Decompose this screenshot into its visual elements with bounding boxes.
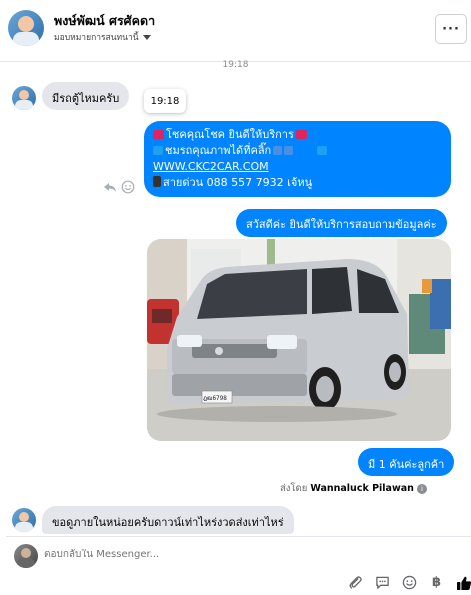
message-actions <box>103 180 135 198</box>
emoji-icon[interactable] <box>401 574 418 591</box>
baht-icon[interactable]: ฿ <box>428 574 445 591</box>
play-emoji-icon <box>153 146 163 155</box>
contact-avatar-small <box>12 508 36 532</box>
composer-toolbar: ฿ <box>347 574 471 591</box>
play-emoji-icon <box>317 146 328 155</box>
assign-label: มอบหมายการสนทนานี้ <box>54 33 139 43</box>
license-plate: ฎฒ6798 <box>203 395 227 402</box>
outgoing-message-promo[interactable]: โชคคุณโชค ยินดีให้บริการ ชมรถคุณภาพได้ที… <box>144 121 451 197</box>
envelope-emoji-icon <box>153 130 164 139</box>
sender-name[interactable]: Wannaluck Pilawan <box>310 483 414 494</box>
contact-avatar-small <box>12 86 36 110</box>
reply-input[interactable] <box>44 549 344 560</box>
incoming-message[interactable]: มีรถตู้ไหมครับ <box>42 82 130 110</box>
envelope-emoji-icon <box>295 130 307 139</box>
contact-avatar[interactable] <box>8 10 44 46</box>
sent-by-label: ส่งโดย Wannaluck Pilawan i <box>280 481 427 496</box>
saved-reply-icon[interactable] <box>374 574 391 591</box>
message-time-tooltip: 19:18 <box>144 89 186 113</box>
van-photo[interactable]: ฎฒ6798 <box>147 239 451 441</box>
timestamp-divider: 19:18 <box>222 60 249 70</box>
info-icon[interactable]: i <box>416 484 427 494</box>
page-avatar <box>14 544 38 568</box>
down-arrow-emoji-icon <box>273 146 283 155</box>
contact-name[interactable]: พงษ์พัฒน์ ศรศัคดา <box>54 11 155 31</box>
outgoing-message[interactable]: สวัสดีค่ะ ยินดีให้บริการสอบถามข้อมูลค่ะ <box>236 209 447 237</box>
mobile-phone-emoji-icon <box>153 176 161 187</box>
down-arrow-emoji-icon <box>284 146 294 155</box>
conversation-header: พงษ์พัฒน์ ศรศัคดา มอบหมายการสนทนานี้ ··· <box>0 0 471 62</box>
reply-composer: ฿ <box>6 536 471 595</box>
thumbs-up-icon[interactable] <box>455 574 471 591</box>
website-link[interactable]: WWW.CKC2CAR.COM <box>153 160 269 173</box>
assign-conversation-dropdown[interactable]: มอบหมายการสนทนานี้ <box>54 30 151 44</box>
smiley-icon[interactable] <box>121 180 135 198</box>
caret-down-icon <box>142 34 151 40</box>
reply-icon[interactable] <box>103 180 117 198</box>
more-options-button[interactable]: ··· <box>435 14 467 44</box>
outgoing-message[interactable]: มี 1 คันค่ะลูกค้า <box>358 448 455 476</box>
incoming-message[interactable]: ขอดูภายในหน่อยครับดาวน์เท่าไหร่งวดส่งเท่… <box>42 506 294 534</box>
paperclip-icon[interactable] <box>347 574 364 591</box>
